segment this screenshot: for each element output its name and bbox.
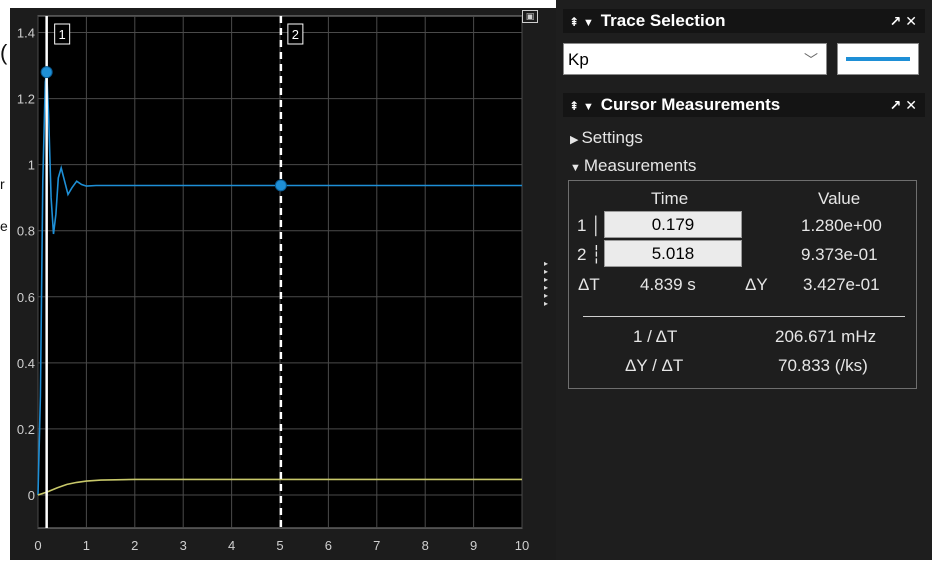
x-tick-label: 1 xyxy=(83,538,90,553)
cursor-2-label: 2 xyxy=(292,27,299,42)
y-tick-label: 0.2 xyxy=(17,422,35,437)
inverse-delta-t-value: 206.671 mHz xyxy=(775,327,877,346)
x-tick-label: 7 xyxy=(373,538,380,553)
settings-section-toggle[interactable]: ▶ Settings xyxy=(570,128,643,148)
expand-triangle-icon: ▶ xyxy=(570,134,579,146)
x-tick-label: 3 xyxy=(180,538,187,553)
cursor-1-label: 1 xyxy=(59,27,66,42)
trace-select-dropdown[interactable]: Kp ﹀ xyxy=(563,43,827,75)
chevron-down-icon: ﹀ xyxy=(804,52,818,68)
undock-icon[interactable]: ↗ xyxy=(890,13,902,29)
trace-select-value: Kp xyxy=(568,50,589,69)
delta-y-label: ΔY xyxy=(745,275,768,294)
collapse-triangle-icon: ▼ xyxy=(570,162,581,174)
collapse-triangle-icon[interactable]: ▼ xyxy=(583,11,596,35)
close-icon[interactable]: ✕ xyxy=(905,97,917,113)
x-tick-label: 8 xyxy=(422,538,429,553)
undock-icon[interactable]: ↗ xyxy=(890,97,902,113)
x-tick-label: 5 xyxy=(276,538,283,553)
collapse-panel-handle[interactable]: ▸ ▸ ▸ ▸ ▸ ▸ xyxy=(541,260,551,308)
slope-label: ΔY / ΔT xyxy=(625,356,684,375)
x-tick-label: 6 xyxy=(325,538,332,553)
x-tick-label: 4 xyxy=(228,538,235,553)
delta-t-label: ΔT xyxy=(578,275,600,294)
y-tick-label: 0.6 xyxy=(17,290,35,305)
y-tick-label: 1.4 xyxy=(17,26,35,41)
y-tick-label: 0 xyxy=(28,488,35,503)
slope-value: 70.833 (/ks) xyxy=(778,356,868,375)
cursor2-value: 9.373e-01 xyxy=(801,245,878,264)
delta-t-value: 4.839 s xyxy=(640,275,696,294)
close-icon[interactable]: ✕ xyxy=(905,13,917,29)
trace-line-style-swatch[interactable] xyxy=(837,43,919,75)
y-tick-label: 0.8 xyxy=(17,224,35,239)
trace-selection-header[interactable]: ⇞ ▼ Trace Selection ↗ ✕ xyxy=(563,9,925,33)
y-tick-label: 1 xyxy=(28,158,35,173)
x-tick-label: 9 xyxy=(470,538,477,553)
pin-icon[interactable]: ⇞ xyxy=(569,94,583,118)
measurements-label: Measurements xyxy=(583,156,697,175)
time-header: Time xyxy=(651,189,689,208)
delta-y-value: 3.427e-01 xyxy=(803,275,880,294)
x-tick-label: 0 xyxy=(34,538,41,553)
inverse-delta-t-label: 1 / ΔT xyxy=(633,327,678,346)
cursor1-time-field[interactable]: 0.179 xyxy=(604,211,742,238)
cursor-2-marker xyxy=(274,179,287,192)
pin-icon[interactable]: ⇞ xyxy=(569,10,583,34)
line-color-sample xyxy=(846,57,910,61)
y-tick-label: 0.4 xyxy=(17,356,35,371)
cursor-measurements-title: Cursor Measurements xyxy=(600,95,781,114)
x-tick-label: 2 xyxy=(131,538,138,553)
table-divider xyxy=(583,316,905,317)
y-tick-label: 1.2 xyxy=(17,92,35,107)
cursor2-time-field[interactable]: 5.018 xyxy=(604,240,742,267)
cursor-measurements-header[interactable]: ⇞ ▼ Cursor Measurements ↗ ✕ xyxy=(563,93,925,117)
measurements-section-toggle[interactable]: ▼ Measurements xyxy=(570,156,696,176)
x-tick-label: 10 xyxy=(515,538,529,553)
collapse-triangle-icon[interactable]: ▼ xyxy=(583,95,596,119)
cursor1-row-label: 1 │ xyxy=(577,216,602,235)
cursor-1-marker xyxy=(40,66,53,79)
cursor2-row-label: 2 ┆ xyxy=(577,245,602,264)
settings-label: Settings xyxy=(581,128,643,147)
cursor1-value: 1.280e+00 xyxy=(801,216,882,235)
trace-selection-title: Trace Selection xyxy=(600,11,726,30)
value-header: Value xyxy=(818,189,861,208)
undock-plot-icon[interactable]: ▣ xyxy=(522,10,538,23)
